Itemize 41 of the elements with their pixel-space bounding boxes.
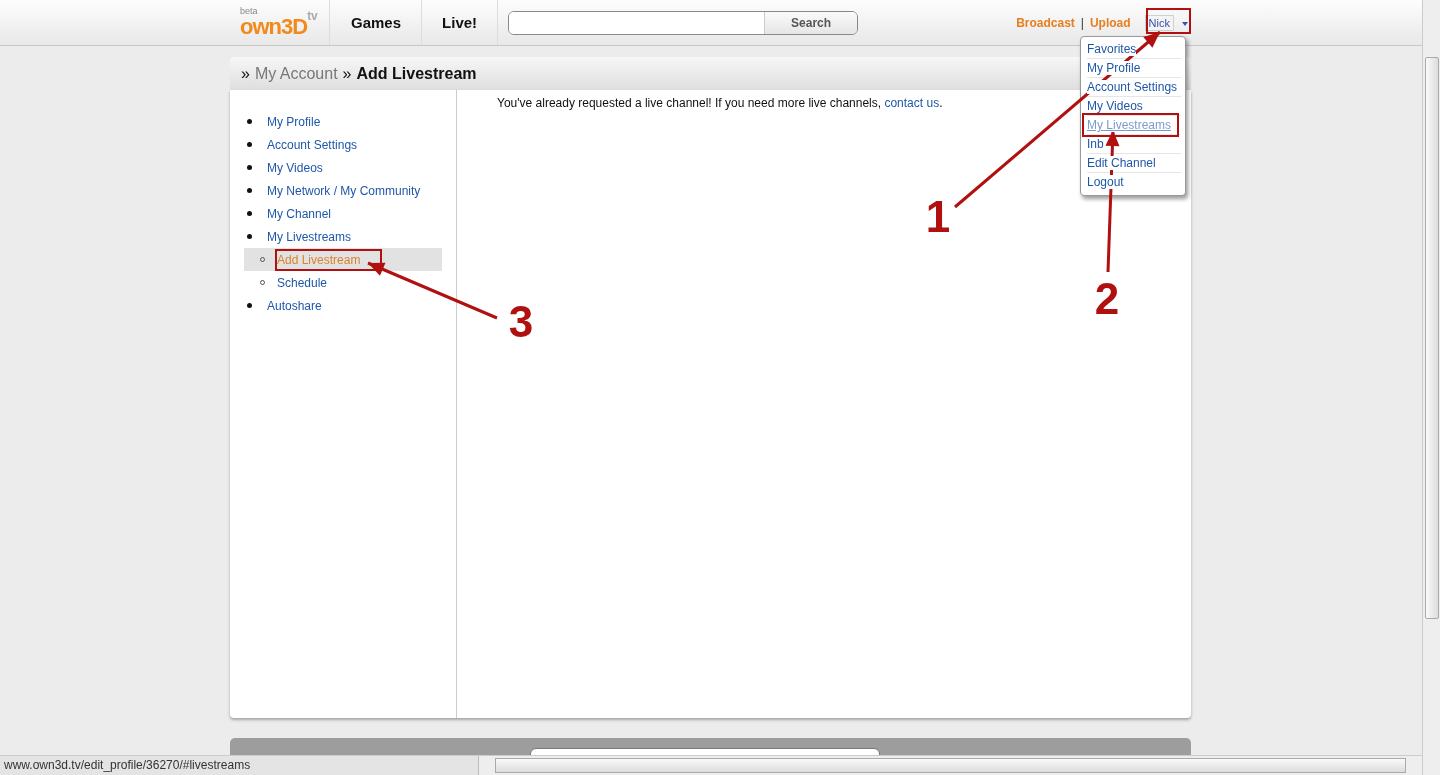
- breadcrumb-link[interactable]: My Account: [254, 64, 338, 83]
- bullet-icon: [247, 142, 252, 147]
- annotation-number: 1: [925, 192, 951, 241]
- sidebar-item[interactable]: Autoshare: [267, 298, 322, 313]
- bullet-icon: [247, 165, 252, 170]
- sidebar-item[interactable]: Account Settings: [267, 137, 358, 152]
- separator-text: |: [1080, 15, 1084, 30]
- bullet-icon: [247, 119, 252, 124]
- annotation-number: 3: [508, 297, 534, 346]
- sidebar-item[interactable]: My Videos: [267, 160, 323, 175]
- breadcrumb-separator: »: [342, 64, 352, 83]
- highlight-frame: [1146, 8, 1191, 34]
- search-button[interactable]: Search: [764, 11, 858, 34]
- sidebar-subitem[interactable]: Schedule: [277, 275, 328, 290]
- menu-item[interactable]: Account Settings: [1087, 80, 1178, 94]
- menu-item[interactable]: Favorites: [1087, 42, 1137, 56]
- menu-item[interactable]: My Profile: [1087, 61, 1141, 75]
- user-menu-button[interactable]: Nick: [1144, 14, 1174, 31]
- nav-link[interactable]: Live!: [422, 0, 499, 45]
- menu-item[interactable]: Edit Channel: [1087, 156, 1156, 170]
- sidebar-item[interactable]: My Profile: [267, 114, 321, 129]
- menu-item[interactable]: My Videos: [1087, 99, 1143, 113]
- vertical-scrollbar[interactable]: [1422, 0, 1440, 775]
- menu-item[interactable]: Logout: [1087, 175, 1124, 189]
- bullet-icon: [247, 234, 252, 239]
- sidebar-item[interactable]: My Network / My Community: [267, 183, 421, 198]
- sidebar-item[interactable]: My Channel: [267, 206, 332, 221]
- nav-link[interactable]: Games: [330, 0, 423, 45]
- page-title: Add Livestream: [356, 64, 477, 83]
- bullet-icon: [247, 211, 252, 216]
- annotation-number: 2: [1094, 274, 1120, 323]
- breadcrumb-separator: »: [241, 64, 250, 83]
- bullet-icon: [247, 188, 252, 193]
- bullet-icon: [247, 303, 252, 308]
- message-text: You've already requested a live channel! If you need more live channels, contact us.: [497, 96, 943, 110]
- status-url: www.own3d.tv/edit_profile/36270/#livestreams: [3, 757, 252, 775]
- search-bar[interactable]: Search: [508, 10, 859, 35]
- horizontal-scrollbar[interactable]: [478, 756, 1422, 775]
- menu-item[interactable]: Inb: [1087, 137, 1104, 151]
- caret-icon: [1182, 21, 1188, 26]
- sidebar-item[interactable]: My Livestreams: [267, 229, 352, 244]
